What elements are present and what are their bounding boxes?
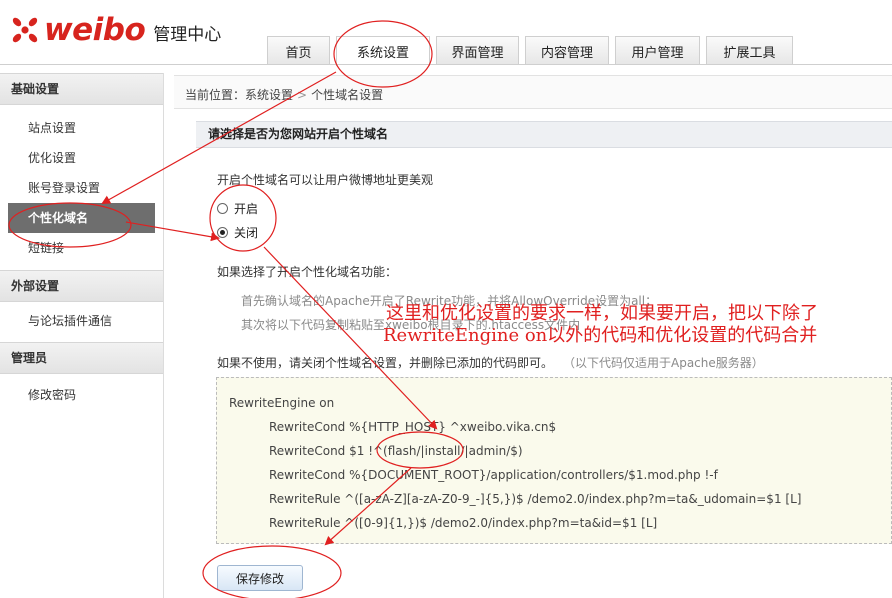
save-button[interactable]: 保存修改 <box>217 565 303 591</box>
tab-label: 扩展工具 <box>723 45 776 61</box>
tab-label: 界面管理 <box>451 45 504 61</box>
disable-note: 如果不使用，请关闭个性域名设置，并删除已添加的代码即可。 <box>217 356 554 370</box>
tab-label: 首页 <box>285 45 312 61</box>
code-block[interactable]: RewriteEngine on RewriteCond %{HTTP_HOST… <box>216 377 892 544</box>
radio-enable-button[interactable] <box>217 203 228 214</box>
tab-extension-tools[interactable]: 扩展工具 <box>706 36 793 65</box>
tab-content-management[interactable]: 内容管理 <box>525 36 609 65</box>
tab-home[interactable]: 首页 <box>267 36 330 65</box>
breadcrumb-link-system-settings[interactable]: 系统设置 <box>245 88 293 102</box>
radio-enable-label: 开启 <box>234 202 259 216</box>
sidebar-item-site-settings[interactable]: 站点设置 <box>0 113 163 143</box>
sidebar-item-account-login[interactable]: 账号登录设置 <box>0 173 163 203</box>
apache-note: （以下代码仅适用于Apache服务器） <box>563 356 764 370</box>
tab-label: 内容管理 <box>540 45 593 61</box>
sidebar-item-forum-plugin[interactable]: 与论坛插件通信 <box>0 306 163 336</box>
breadcrumb: 当前位置：系统设置 > 个性域名设置 <box>185 86 383 103</box>
annotation-text-line1: 这里和优化设置的要求一样，如果要开启，把以下除了 <box>386 303 818 324</box>
radio-disable-button[interactable] <box>217 227 228 238</box>
tab-interface-management[interactable]: 界面管理 <box>436 36 519 65</box>
section-title: 请选择是否为您网站开启个性域名 <box>196 121 892 148</box>
sidebar-item-custom-domain[interactable]: 个性化域名 <box>8 203 155 233</box>
top-header: weibo 管理中心 首页 系统设置 界面管理 内容管理 用户管理 扩展工具 <box>0 0 892 66</box>
code-line: RewriteRule ^([a-zA-Z][a-zA-Z0-9_-]{5,})… <box>269 492 802 506</box>
code-line: RewriteCond $1 !^(flash/|install/|admin/… <box>269 444 523 458</box>
logo-text: weibo <box>44 12 146 48</box>
main-nav-tabs: 首页 系统设置 界面管理 内容管理 用户管理 扩展工具 <box>267 36 799 66</box>
radio-enable[interactable]: 开启 <box>217 200 258 217</box>
weibo-logo-icon <box>12 17 38 43</box>
breadcrumb-separator: > <box>297 88 308 102</box>
breadcrumb-prefix: 当前位置： <box>185 88 246 102</box>
breadcrumb-current: 个性域名设置 <box>311 88 384 102</box>
sidebar: 基础设置 站点设置 优化设置 账号登录设置 个性化域名 短链接 外部设置 与论坛… <box>0 73 164 598</box>
sidebar-item-change-password[interactable]: 修改密码 <box>0 380 163 410</box>
code-line: RewriteEngine on <box>229 396 335 410</box>
annotation-circle-radio <box>209 184 277 252</box>
weibo-logo[interactable]: weibo 管理中心 <box>8 12 221 48</box>
breadcrumb-bar: 当前位置：系统设置 > 个性域名设置 <box>174 75 892 109</box>
annotation-text-line2: RewriteEngine on以外的代码和优化设置的代码合并 <box>383 325 818 346</box>
code-line: RewriteCond %{HTTP_HOST} ^xweibo.vika.cn… <box>269 420 557 434</box>
tab-user-management[interactable]: 用户管理 <box>615 36 700 65</box>
radio-disable[interactable]: 关闭 <box>217 224 258 241</box>
logo-subtitle: 管理中心 <box>153 24 222 45</box>
radio-disable-label: 关闭 <box>234 226 259 240</box>
code-line: RewriteRule ^([0-9]{1,})$ /demo2.0/index… <box>269 516 658 530</box>
if-enabled-title: 如果选择了开启个性化域名功能： <box>217 265 398 279</box>
tab-system-settings[interactable]: 系统设置 <box>336 36 430 66</box>
intro-text: 开启个性域名可以让用户微博地址更美观 <box>217 173 434 187</box>
tab-label: 系统设置 <box>356 46 409 61</box>
header-divider <box>0 64 892 65</box>
sidebar-section-admin: 管理员 <box>0 342 163 374</box>
sidebar-item-short-link[interactable]: 短链接 <box>0 233 163 263</box>
sidebar-section-external: 外部设置 <box>0 270 163 302</box>
sidebar-section-basic: 基础设置 <box>0 73 163 105</box>
code-line: RewriteCond %{DOCUMENT_ROOT}/application… <box>269 468 718 482</box>
sidebar-item-optimization[interactable]: 优化设置 <box>0 143 163 173</box>
tab-label: 用户管理 <box>631 45 684 61</box>
